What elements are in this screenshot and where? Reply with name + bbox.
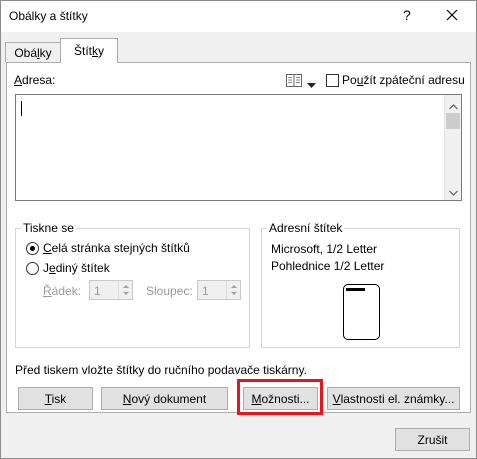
label-group: Adresní štítek Microsoft, 1/2 Letter Poh…	[261, 221, 460, 348]
options-button[interactable]: Možnosti...	[243, 387, 318, 410]
full-page-radio[interactable]	[26, 242, 39, 255]
label-group-title: Adresní štítek	[267, 221, 345, 235]
cancel-button[interactable]: Zrušit	[395, 428, 470, 451]
chevron-down-icon[interactable]	[307, 78, 316, 92]
label-product: Pohlednice 1/2 Letter	[271, 259, 385, 273]
vertical-scrollbar[interactable]	[444, 95, 461, 200]
row-label: Řádek:	[43, 284, 82, 298]
column-spin-buttons[interactable]	[226, 281, 240, 299]
print-group: Tiskne se Celá stránka stejných štítků J…	[15, 221, 250, 348]
new-document-button[interactable]: Nový dokument	[101, 387, 228, 410]
column-value: 1	[202, 284, 209, 298]
single-label-label[interactable]: Jediný štítek	[43, 261, 110, 275]
use-return-address-label[interactable]: Použít zpáteční adresu	[342, 73, 465, 87]
scroll-down-icon[interactable]	[449, 185, 458, 199]
feed-note: Před tiskem vložte štítky do ručního pod…	[15, 363, 307, 377]
title-bar: Obálky a štítky ?	[1, 1, 476, 32]
tab-envelopes[interactable]: Obálky	[5, 42, 61, 62]
text-caret	[21, 101, 22, 116]
single-label-radio[interactable]	[26, 262, 39, 275]
row-value: 1	[94, 284, 101, 298]
print-button[interactable]: Tisk	[18, 387, 93, 410]
print-group-title: Tiskne se	[21, 221, 76, 235]
column-label: Sloupec:	[146, 284, 193, 298]
full-page-label[interactable]: Celá stránka stejných štítků	[43, 241, 190, 255]
envelopes-and-labels-dialog: Obálky a štítky ? Obálky Štítky Adresa: …	[0, 0, 477, 459]
radio-selected-dot	[30, 246, 35, 251]
row-spin-buttons[interactable]	[118, 281, 132, 299]
row-spinner[interactable]: 1	[89, 280, 133, 300]
tab-labels[interactable]: Štítky	[60, 38, 118, 63]
e-postage-properties-button[interactable]: Vlastnosti el. známky...	[327, 387, 460, 410]
address-book-icon[interactable]	[286, 74, 302, 90]
use-return-address-checkbox[interactable]	[326, 74, 339, 87]
scroll-up-icon[interactable]	[449, 99, 458, 113]
help-button[interactable]: ?	[403, 7, 411, 23]
address-textarea[interactable]	[15, 94, 462, 201]
column-spinner[interactable]: 1	[197, 280, 241, 300]
address-label: Adresa:	[14, 73, 56, 87]
window-title: Obálky a štítky	[9, 9, 88, 23]
label-preview-bar	[346, 288, 365, 291]
label-vendor: Microsoft, 1/2 Letter	[271, 242, 378, 256]
label-preview[interactable]	[343, 284, 380, 340]
scrollbar-thumb[interactable]	[446, 113, 460, 129]
close-icon[interactable]	[442, 5, 462, 25]
